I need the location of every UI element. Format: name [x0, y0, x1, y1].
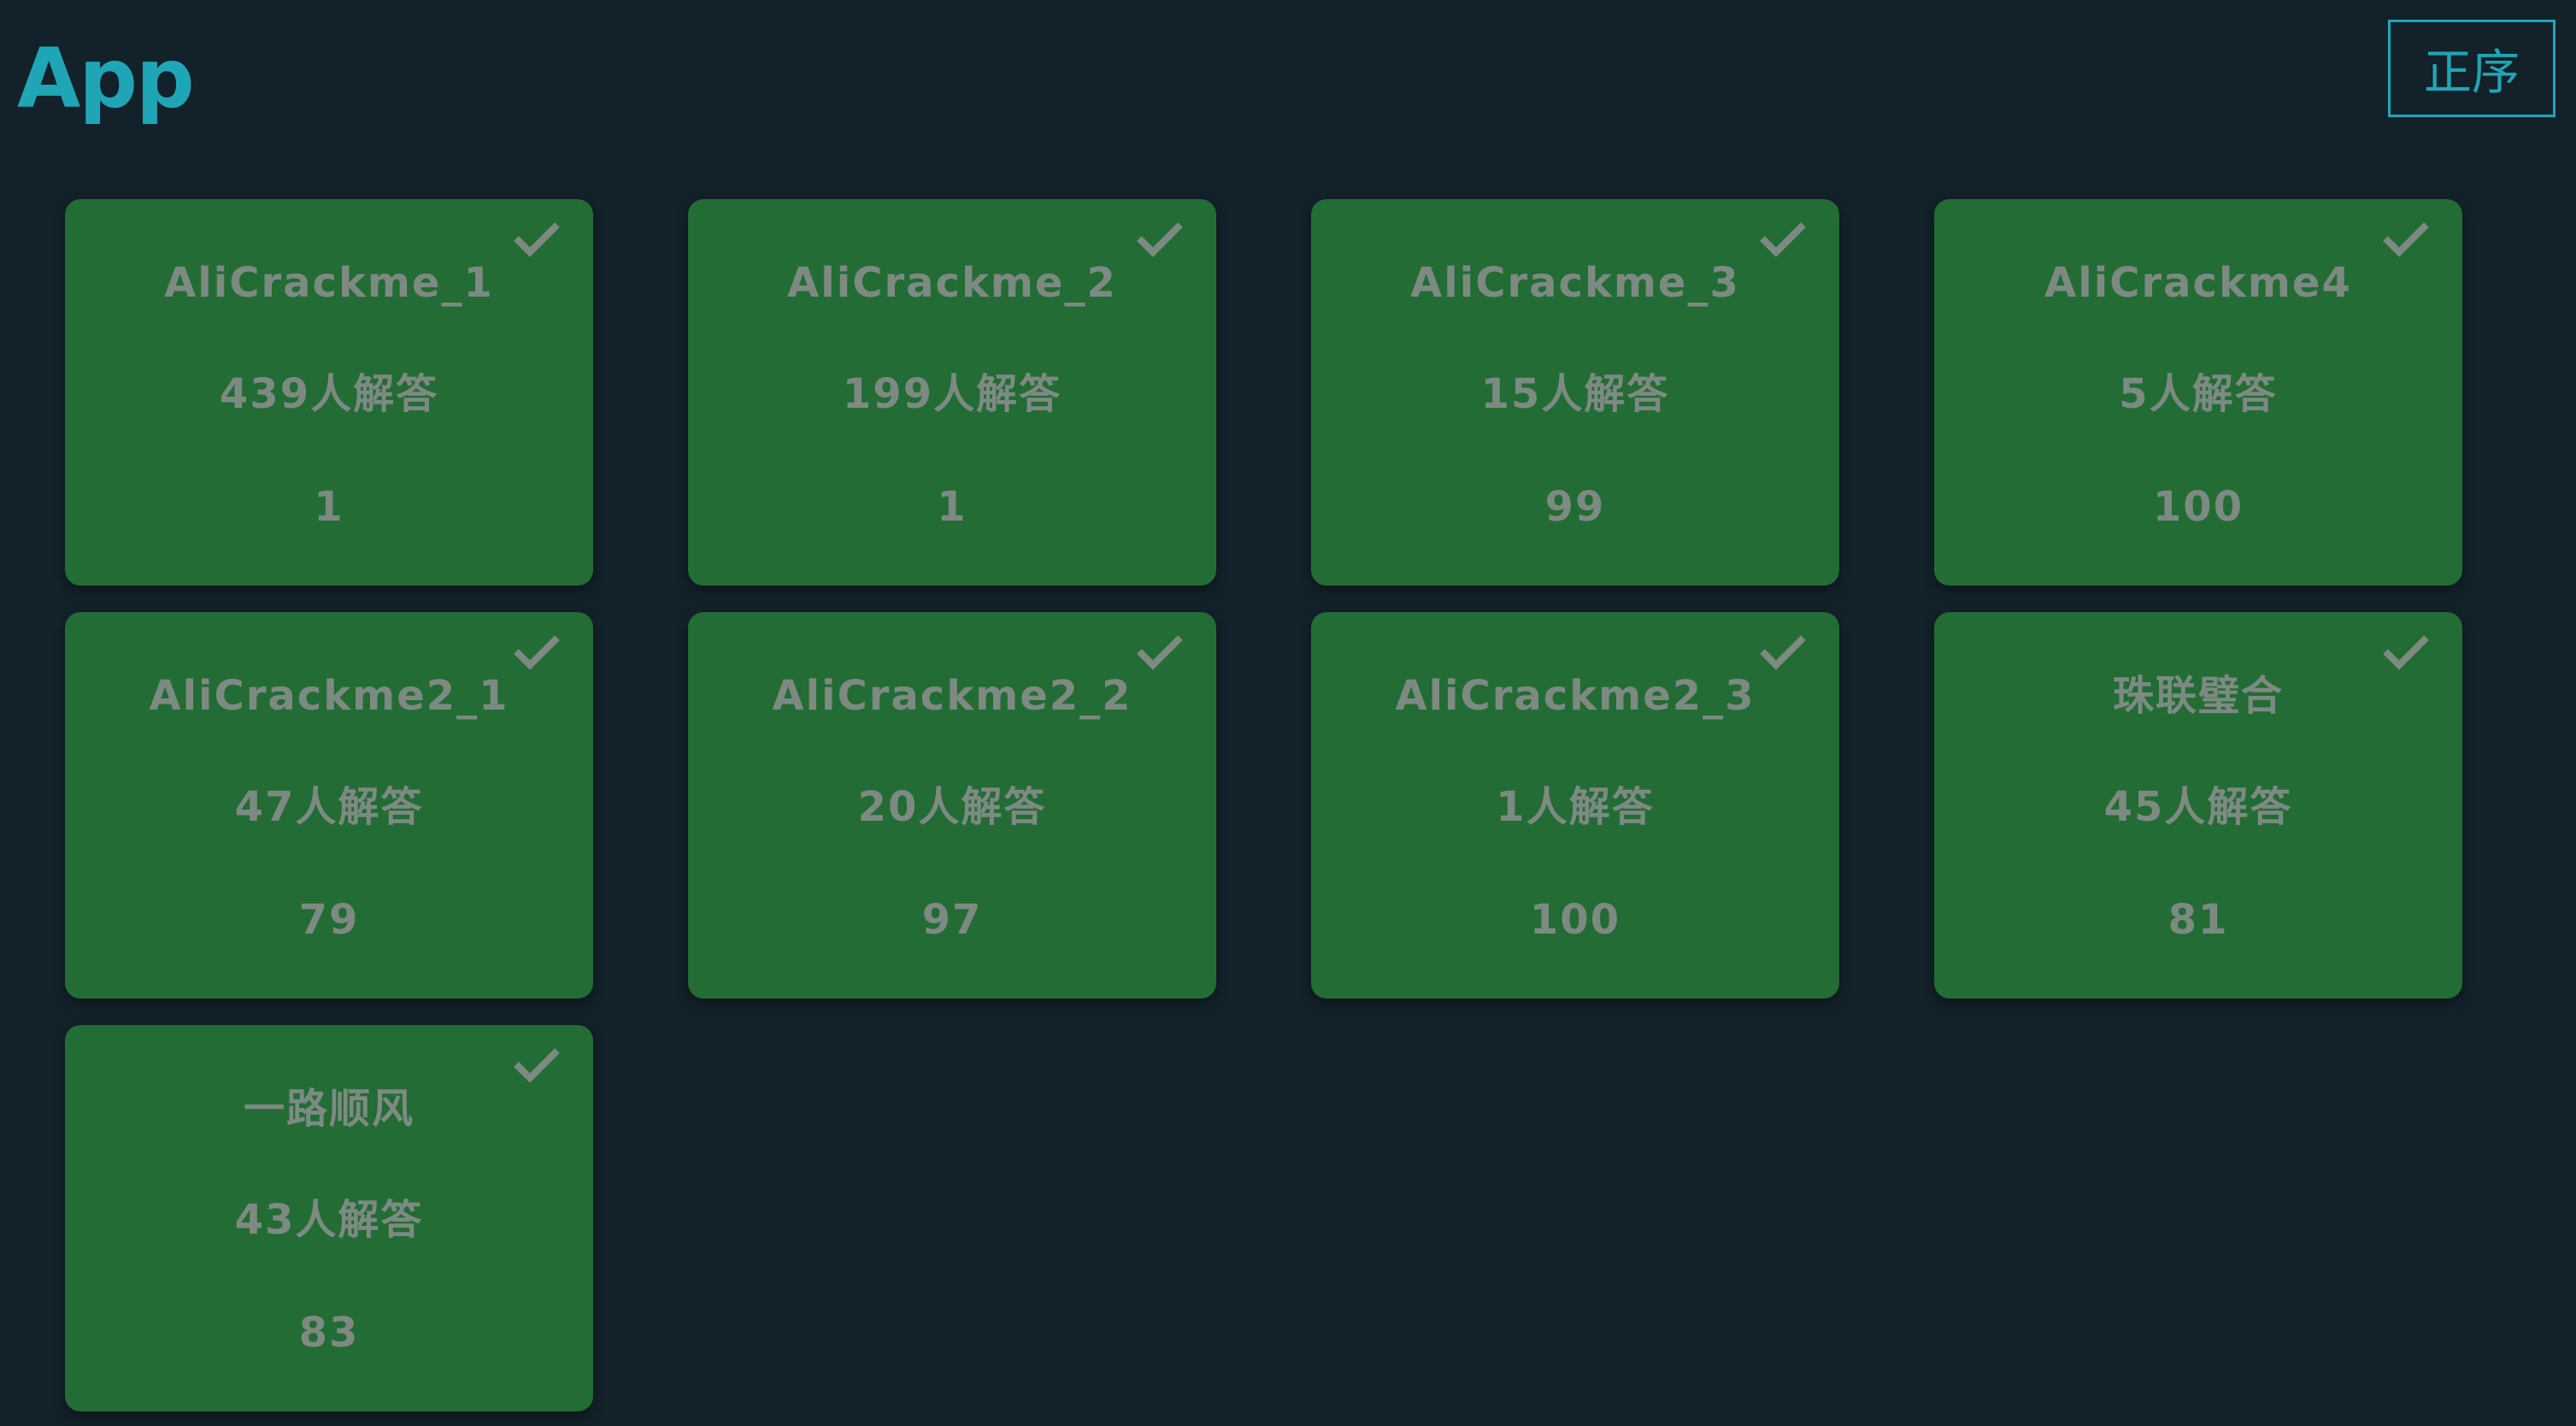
check-icon — [2383, 222, 2429, 257]
challenge-solves: 47人解答 — [234, 783, 424, 831]
challenge-solves: 5人解答 — [2119, 370, 2278, 418]
challenge-board: App 正序 AliCrackme_1 439人解答 1 AliCrackme_… — [0, 0, 2576, 1426]
challenge-points: 100 — [1529, 896, 1621, 944]
challenge-grid: AliCrackme_1 439人解答 1 AliCrackme_2 199人解… — [65, 199, 2462, 1411]
challenge-points: 97 — [921, 896, 983, 944]
challenge-points: 81 — [2167, 896, 2229, 944]
challenge-title: 珠联璧合 — [2112, 672, 2284, 720]
challenge-title: AliCrackme2_2 — [772, 672, 1132, 720]
challenge-title: AliCrackme_2 — [787, 259, 1117, 307]
challenge-solves: 199人解答 — [842, 370, 1062, 418]
challenge-card[interactable]: 一路顺风 43人解答 83 — [65, 1025, 593, 1411]
challenge-title: AliCrackme4 — [2044, 259, 2352, 307]
challenge-card[interactable]: AliCrackme2_1 47人解答 79 — [65, 612, 593, 999]
challenge-title: AliCrackme_3 — [1410, 259, 1740, 307]
challenge-card[interactable]: AliCrackme4 5人解答 100 — [1934, 199, 2462, 586]
check-icon — [1137, 635, 1183, 670]
challenge-points: 100 — [2152, 483, 2244, 531]
challenge-solves: 20人解答 — [857, 783, 1047, 831]
challenge-points: 1 — [314, 483, 344, 531]
category-title: App — [17, 31, 195, 127]
check-icon — [1137, 222, 1183, 257]
challenge-card[interactable]: AliCrackme2_2 20人解答 97 — [688, 612, 1216, 999]
check-icon — [1760, 222, 1806, 257]
challenge-title: AliCrackme2_1 — [149, 672, 509, 720]
challenge-card[interactable]: AliCrackme_2 199人解答 1 — [688, 199, 1216, 586]
check-icon — [1760, 635, 1806, 670]
check-icon — [514, 1048, 560, 1083]
challenge-card[interactable]: 珠联璧合 45人解答 81 — [1934, 612, 2462, 999]
check-icon — [514, 222, 560, 257]
challenge-card[interactable]: AliCrackme_3 15人解答 99 — [1311, 199, 1839, 586]
challenge-card[interactable]: AliCrackme_1 439人解答 1 — [65, 199, 593, 586]
challenge-solves: 1人解答 — [1496, 783, 1655, 831]
challenge-solves: 45人解答 — [2103, 783, 2293, 831]
challenge-solves: 439人解答 — [219, 370, 439, 418]
challenge-points: 99 — [1544, 483, 1606, 531]
challenge-title: 一路顺风 — [243, 1085, 415, 1133]
challenge-points: 79 — [298, 896, 360, 944]
sort-order-button[interactable]: 正序 — [2388, 20, 2555, 117]
challenge-card[interactable]: AliCrackme2_3 1人解答 100 — [1311, 612, 1839, 999]
challenge-points: 1 — [937, 483, 967, 531]
check-icon — [2383, 635, 2429, 670]
challenge-title: AliCrackme_1 — [164, 259, 494, 307]
challenge-points: 83 — [298, 1309, 360, 1357]
challenge-title: AliCrackme2_3 — [1395, 672, 1756, 720]
check-icon — [514, 635, 560, 670]
challenge-solves: 43人解答 — [234, 1196, 424, 1244]
challenge-solves: 15人解答 — [1480, 370, 1670, 418]
